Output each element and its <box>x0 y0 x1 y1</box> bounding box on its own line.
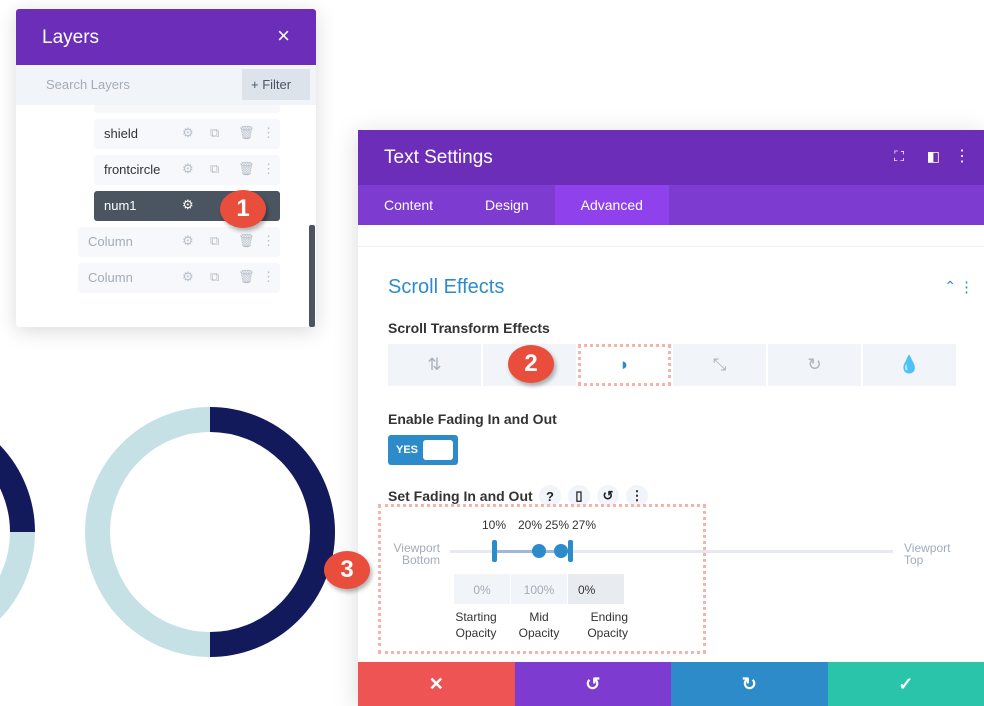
transform-effects-label: Scroll Transform Effects <box>388 320 550 336</box>
cancel-button[interactable]: ✕ <box>358 662 515 706</box>
section-more-icon[interactable]: ⋮ <box>959 278 974 296</box>
undo-button[interactable]: ↺ <box>514 662 671 706</box>
viewport-top-label: Viewport Top <box>904 541 951 567</box>
layer-label: num1 <box>104 198 137 213</box>
mid-start-percent: 20% <box>518 518 543 532</box>
text-settings-panel: Text Settings ⛶ ◧ ⋮ Content Design Advan… <box>358 130 984 706</box>
ending-opacity-input[interactable]: 0% <box>568 574 624 604</box>
duplicate-icon[interactable]: ⧉ <box>210 233 219 249</box>
gear-icon[interactable]: ⚙ <box>182 269 194 285</box>
layers-panel: Layers × Search Layers + Filter colorbar… <box>16 9 316 327</box>
callout-badge-1: 1 <box>220 190 266 228</box>
layer-label: Column <box>88 234 133 249</box>
blur-icon[interactable]: 💧 <box>863 344 956 386</box>
divider <box>358 246 984 247</box>
layer-item[interactable]: colorbar <box>94 105 280 113</box>
mid-end-percent: 25% <box>545 518 570 532</box>
ring-left-partial-light <box>0 531 35 619</box>
redo-button[interactable]: ↻ <box>671 662 828 706</box>
trash-icon[interactable]: 🗑 <box>238 161 255 177</box>
transform-effects-group: ⇅ ⇄ ◗ ⤡ ↻ 💧 <box>388 344 956 386</box>
more-icon[interactable]: ⋮ <box>262 269 275 285</box>
layer-item-column[interactable]: Column ⚙ ⧉ 🗑 ⋮ <box>78 263 280 293</box>
ring-dark-half <box>209 407 335 657</box>
trash-icon[interactable]: 🗑 <box>238 233 255 249</box>
duplicate-icon[interactable]: ⧉ <box>210 269 219 285</box>
duplicate-icon[interactable]: ⧉ <box>210 125 219 141</box>
gear-icon[interactable]: ⚙ <box>182 197 194 213</box>
slider-mid-start-handle[interactable] <box>531 544 546 558</box>
start-percent: 10% <box>482 518 507 532</box>
fading-range-slider[interactable]: 10% 20% 25% 27% <box>450 510 893 562</box>
fading-icon[interactable]: ◗ <box>578 344 671 386</box>
end-percent: 27% <box>572 518 597 532</box>
split-view-icon[interactable]: ◧ <box>927 148 940 165</box>
layer-label: Column <box>88 270 133 285</box>
settings-header: Text Settings ⛶ ◧ ⋮ <box>358 130 984 185</box>
starting-opacity-label: Starting Opacity <box>455 610 497 640</box>
gear-icon[interactable]: ⚙ <box>182 233 194 249</box>
toggle-label: YES <box>396 444 419 456</box>
layer-item-column[interactable]: Column ⚙ ⧉ 🗑 ⋮ <box>78 227 280 257</box>
mid-opacity-label: Mid Opacity <box>518 610 560 640</box>
trash-icon[interactable]: 🗑 <box>238 125 255 141</box>
callout-badge-2: 2 <box>508 345 554 383</box>
ring-light-half <box>85 407 211 657</box>
trash-icon[interactable]: 🗑 <box>238 269 255 285</box>
tab-design[interactable]: Design <box>459 185 555 225</box>
tab-content[interactable]: Content <box>358 185 459 225</box>
layers-header: Layers × <box>16 9 316 65</box>
more-icon[interactable]: ⋮ <box>262 161 275 177</box>
callout-badge-3: 3 <box>324 551 370 589</box>
scaling-icon[interactable]: ⤡ <box>673 344 766 386</box>
slider-mid-end-handle[interactable] <box>553 544 568 558</box>
chevron-up-icon[interactable]: ⌃ <box>944 278 956 295</box>
search-placeholder: Search Layers <box>46 77 130 92</box>
enable-fading-label: Enable Fading In and Out <box>388 411 557 427</box>
fullscreen-icon[interactable]: ⛶ <box>894 148 904 165</box>
settings-footer: ✕ ↺ ↻ ✓ <box>358 662 984 706</box>
close-icon[interactable]: × <box>277 23 290 49</box>
slider-end-handle[interactable] <box>567 540 573 562</box>
viewport-bottom-label: Viewport Bottom <box>393 541 440 567</box>
tab-advanced[interactable]: Advanced <box>554 185 669 225</box>
enable-fading-toggle[interactable]: YES <box>388 435 458 465</box>
section-title[interactable]: Scroll Effects <box>388 276 504 299</box>
more-icon[interactable]: ⋮ <box>262 233 275 249</box>
layers-title: Layers <box>42 27 100 48</box>
layers-scrollbar[interactable] <box>309 225 315 327</box>
filter-button[interactable]: + Filter <box>242 69 310 100</box>
mid-opacity-input[interactable]: 100% <box>511 574 567 604</box>
rotating-icon[interactable]: ↻ <box>768 344 861 386</box>
layer-label: shield <box>104 126 138 141</box>
gear-icon[interactable]: ⚙ <box>182 125 194 141</box>
ring-left-partial-dark <box>0 445 35 533</box>
vertical-motion-icon[interactable]: ⇅ <box>388 344 481 386</box>
toggle-knob <box>423 440 453 460</box>
layer-label: frontcircle <box>104 162 161 177</box>
search-layers-input[interactable]: Search Layers + Filter <box>16 65 316 105</box>
ending-opacity-label: Ending Opacity <box>587 610 628 640</box>
layer-item-frontcircle[interactable]: frontcircle ⚙ ⧉ 🗑 ⋮ <box>94 155 280 185</box>
gear-icon[interactable]: ⚙ <box>182 161 194 177</box>
layer-item-shield[interactable]: shield ⚙ ⧉ 🗑 ⋮ <box>94 119 280 149</box>
more-icon[interactable]: ⋮ <box>262 125 275 141</box>
set-fading-label: Set Fading In and Out <box>388 488 533 504</box>
settings-tabs: Content Design Advanced <box>358 185 984 225</box>
more-icon[interactable]: ⋮ <box>954 146 970 166</box>
slider-start-handle[interactable] <box>492 540 498 562</box>
duplicate-icon[interactable]: ⧉ <box>210 161 219 177</box>
starting-opacity-input[interactable]: 0% <box>454 574 510 604</box>
settings-title: Text Settings <box>384 147 493 168</box>
save-button[interactable]: ✓ <box>827 662 984 706</box>
